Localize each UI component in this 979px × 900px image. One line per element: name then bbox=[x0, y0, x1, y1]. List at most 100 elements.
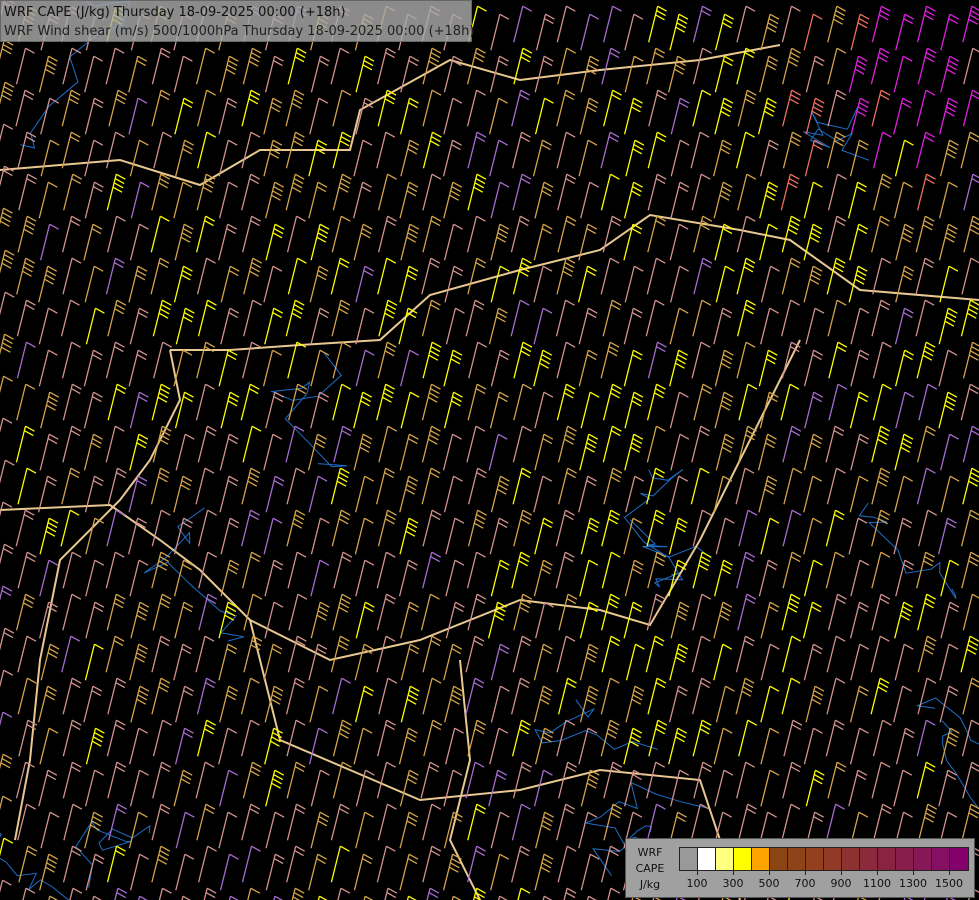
legend-tick bbox=[841, 870, 842, 875]
legend-swatch bbox=[788, 848, 806, 870]
wind-barb bbox=[288, 593, 308, 631]
wind-barb bbox=[533, 685, 553, 723]
wind-barb bbox=[738, 509, 758, 547]
wind-barb bbox=[443, 97, 463, 135]
wind-barb bbox=[690, 467, 710, 505]
wind-barb bbox=[265, 475, 285, 513]
wind-barb bbox=[737, 89, 757, 127]
wind-barb bbox=[872, 719, 892, 757]
wind-barb bbox=[286, 719, 306, 757]
wind-barb bbox=[310, 307, 330, 345]
wind-barb bbox=[803, 181, 823, 219]
wind-barb bbox=[645, 635, 665, 673]
wind-barb bbox=[137, 895, 148, 900]
wind-barb bbox=[243, 299, 262, 337]
wind-barb bbox=[0, 249, 15, 274]
wind-barb bbox=[645, 299, 665, 337]
wind-barb bbox=[203, 887, 217, 900]
wind-barb bbox=[422, 635, 442, 673]
wind-barb bbox=[0, 207, 13, 227]
wind-barb bbox=[173, 55, 193, 93]
wind-barb bbox=[422, 551, 442, 589]
wind-barb bbox=[355, 559, 375, 597]
wind-barb bbox=[467, 467, 487, 505]
wind-barb bbox=[534, 55, 554, 93]
wind-barb bbox=[938, 391, 958, 429]
wind-barb bbox=[623, 727, 643, 765]
wind-barb bbox=[670, 769, 689, 807]
wind-barb bbox=[445, 727, 464, 765]
wind-barb bbox=[129, 139, 149, 177]
wind-barb bbox=[85, 307, 105, 345]
wind-barb bbox=[488, 307, 508, 345]
wind-barb bbox=[38, 181, 58, 219]
wind-barb bbox=[242, 425, 262, 463]
map-canvas[interactable]: WRF CAPE (J/kg) Thursday 18-09-2025 00:0… bbox=[0, 0, 979, 900]
wind-barb bbox=[309, 97, 329, 135]
wind-barb bbox=[195, 215, 215, 253]
wind-barb bbox=[242, 761, 262, 799]
wind-barb bbox=[760, 601, 780, 639]
wind-barb bbox=[422, 341, 442, 379]
wind-barb bbox=[580, 13, 600, 51]
wind-barb bbox=[40, 391, 60, 429]
wind-barb bbox=[760, 769, 780, 807]
wind-barb bbox=[600, 719, 620, 757]
wind-barb bbox=[714, 349, 734, 387]
wind-barb bbox=[443, 391, 463, 429]
wind-barb bbox=[624, 265, 644, 303]
wind-barb bbox=[580, 181, 600, 219]
wind-barb bbox=[62, 677, 82, 715]
wind-barb bbox=[826, 635, 846, 673]
wind-barb bbox=[195, 761, 215, 799]
wind-barb bbox=[826, 257, 846, 295]
wind-barb bbox=[62, 257, 82, 295]
wind-barb bbox=[129, 769, 149, 807]
wind-barb bbox=[803, 223, 823, 261]
wind-barb bbox=[40, 811, 60, 849]
wind-barb bbox=[330, 467, 350, 505]
wind-barb bbox=[805, 307, 825, 345]
wind-barb bbox=[691, 635, 711, 673]
wind-barb bbox=[40, 139, 60, 177]
wind-barb bbox=[128, 55, 148, 93]
wind-barb bbox=[241, 845, 261, 883]
wind-barb bbox=[488, 769, 508, 807]
wind-barb bbox=[690, 131, 710, 169]
wind-barb bbox=[466, 425, 486, 463]
wind-barb bbox=[602, 299, 622, 337]
wind-barb bbox=[219, 475, 239, 513]
wind-barb bbox=[175, 853, 195, 891]
wind-barb bbox=[330, 635, 350, 673]
wind-barb bbox=[128, 475, 148, 513]
wind-barb bbox=[0, 333, 14, 356]
wind-barb bbox=[308, 181, 328, 219]
wind-barb bbox=[917, 677, 937, 715]
river-line bbox=[623, 468, 713, 559]
wind-barb bbox=[938, 769, 958, 807]
wind-barb bbox=[827, 173, 847, 211]
wind-barb bbox=[196, 803, 216, 841]
wind-barb bbox=[285, 425, 305, 463]
wind-barb bbox=[557, 215, 577, 253]
legend-swatch bbox=[806, 848, 824, 870]
wind-barb bbox=[490, 853, 510, 891]
wind-barb bbox=[242, 47, 262, 85]
wind-barb bbox=[375, 467, 395, 505]
wind-barb bbox=[715, 265, 735, 303]
wind-barb bbox=[310, 223, 330, 261]
wind-barb bbox=[353, 853, 373, 891]
wind-barb bbox=[129, 559, 149, 597]
wind-barb bbox=[107, 677, 127, 715]
wind-barb bbox=[0, 543, 14, 565]
wind-barb bbox=[692, 5, 712, 43]
wind-barb bbox=[128, 349, 148, 387]
wind-barb bbox=[669, 643, 689, 681]
wind-barb bbox=[465, 299, 485, 337]
wind-barb bbox=[939, 97, 959, 135]
wind-barb bbox=[442, 433, 462, 471]
wind-barb bbox=[40, 97, 60, 135]
wind-barb bbox=[153, 131, 173, 169]
wind-barb bbox=[85, 559, 105, 597]
wind-barb bbox=[714, 55, 734, 93]
